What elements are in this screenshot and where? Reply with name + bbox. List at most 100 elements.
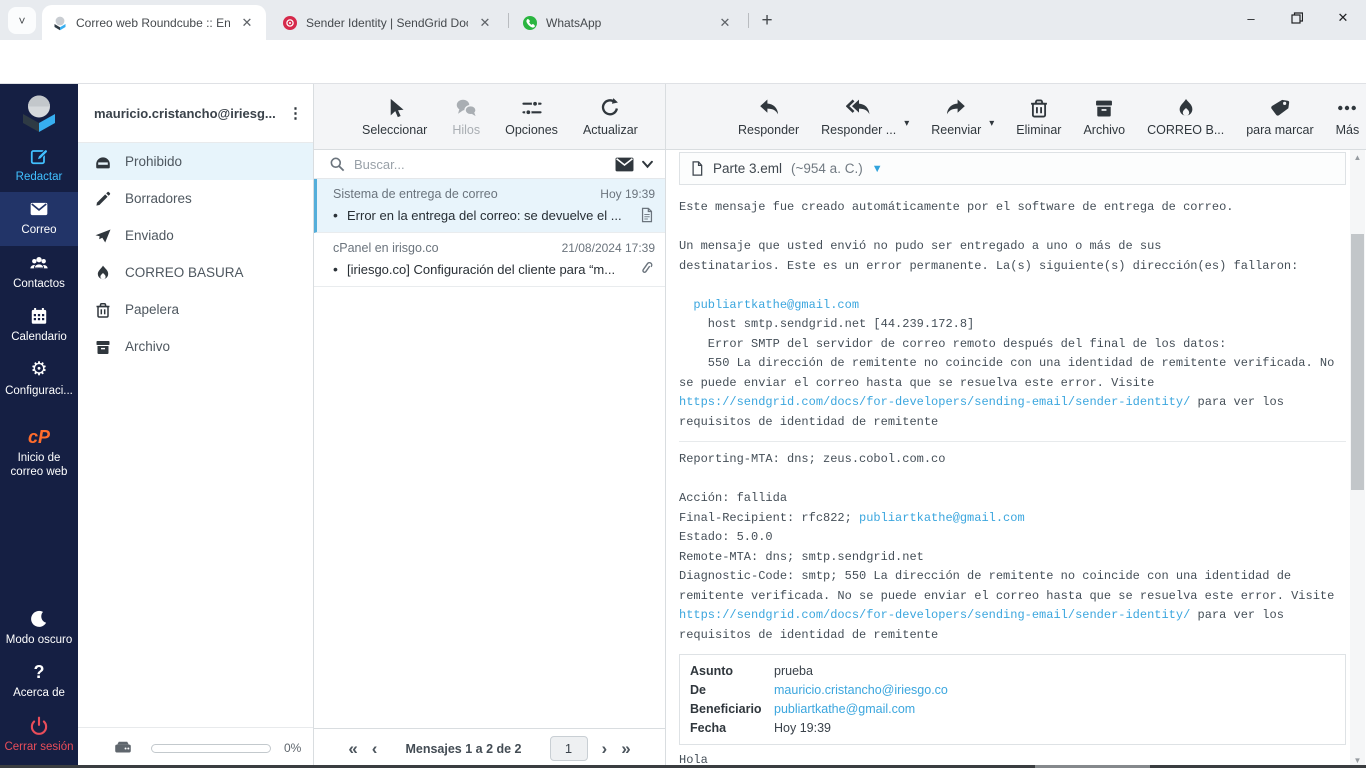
folder-item-sent[interactable]: Enviado: [78, 217, 313, 254]
sendgrid-docs-link[interactable]: https://sendgrid.com/docs/for-developers…: [679, 395, 1190, 409]
first-page-button[interactable]: «: [348, 740, 357, 757]
more-button[interactable]: Más: [1336, 97, 1359, 137]
new-tab-button[interactable]: +: [754, 8, 780, 34]
scroll-up-arrow-icon[interactable]: ▲: [1350, 153, 1365, 162]
tab-divider: [508, 13, 509, 28]
window-close-button[interactable]: ✕: [1323, 0, 1363, 36]
recipient-email-link[interactable]: publiartkathe@gmail.com: [774, 702, 1335, 716]
delete-button[interactable]: Eliminar: [1016, 97, 1061, 137]
message-list-empty-area: [314, 287, 665, 728]
message-subject: [iriesgo.co] Configuración del cliente p…: [347, 261, 616, 277]
folder-item-junk[interactable]: CORREO BASURA: [78, 254, 313, 291]
recipient-email-link[interactable]: publiartkathe@gmail.com: [693, 298, 859, 312]
trash-icon: [1030, 99, 1047, 117]
sidebar-item-about[interactable]: ? Acerca de: [0, 655, 78, 708]
sidebar-item-compose[interactable]: Redactar: [0, 139, 78, 192]
sendgrid-favicon-icon: [282, 15, 298, 31]
button-label: Archivo: [1083, 122, 1126, 137]
tab-close-icon[interactable]: ✕: [238, 15, 256, 31]
sendgrid-docs-link[interactable]: https://sendgrid.com/docs/for-developers…: [679, 608, 1190, 622]
message-row[interactable]: Sistema de entrega de correo Hoy 19:39 •…: [314, 179, 665, 233]
next-page-button[interactable]: ›: [602, 740, 608, 757]
body-divider: [679, 441, 1346, 442]
tab-whatsapp[interactable]: WhatsApp ✕: [512, 5, 744, 40]
last-page-button[interactable]: »: [621, 740, 630, 757]
forward-button[interactable]: Reenviar: [931, 97, 981, 137]
detail-label: De: [690, 682, 706, 697]
folder-label: Archivo: [125, 339, 171, 354]
sidebar-item-logout[interactable]: Cerrar sesión: [0, 709, 78, 762]
list-toolbar: Seleccionar Hilos Opciones Actualizar: [314, 84, 665, 150]
body-text: Estado: 5.0.0 Remote-MTA: dns; smtp.send…: [679, 530, 1335, 603]
select-button[interactable]: Seleccionar: [362, 97, 427, 137]
reply-all-dropdown-caret-icon[interactable]: ▾: [904, 118, 909, 129]
sidebar-item-contacts[interactable]: Contactos: [0, 246, 78, 299]
pagination-bar: « ‹ Mensajes 1 a 2 de 2 1 › »: [314, 728, 665, 768]
options-button[interactable]: Opciones: [505, 97, 558, 137]
sidebar-item-dark-mode[interactable]: Modo oscuro: [0, 602, 78, 655]
button-label: Opciones: [505, 122, 558, 137]
flame-icon: [94, 264, 112, 282]
tab-roundcube[interactable]: Correo web Roundcube :: Entra ✕: [42, 5, 266, 40]
message-part-header[interactable]: Parte 3.eml (~954 a. C.) ▼: [679, 152, 1346, 185]
window-minimize-button[interactable]: –: [1231, 0, 1271, 36]
button-label: Responder ...: [821, 122, 897, 137]
folder-item-drafts[interactable]: Borradores: [78, 180, 313, 217]
scroll-down-arrow-icon[interactable]: ▼: [1350, 756, 1365, 765]
sidebar-item-label: Acerca de: [13, 687, 65, 700]
forward-dropdown-caret-icon[interactable]: ▾: [989, 118, 994, 129]
folder-item-archive[interactable]: Archivo: [78, 328, 313, 365]
tab-search-button[interactable]: ˅: [8, 7, 36, 34]
message-row[interactable]: cPanel en irisgo.co 21/08/2024 17:39 • […: [314, 233, 665, 287]
sender-email-link[interactable]: mauricio.cristancho@iriesgo.co: [774, 683, 1335, 697]
chat-bubbles-icon: [456, 99, 478, 116]
archive-button[interactable]: Archivo: [1083, 97, 1125, 137]
folder-item-trash[interactable]: Papelera: [78, 291, 313, 328]
folder-label: CORREO BASURA: [125, 265, 244, 280]
folder-menu-kebab-icon[interactable]: ⋮: [288, 106, 303, 121]
sidebar-item-label: Contactos: [13, 277, 65, 290]
search-icon: [330, 157, 345, 171]
message-date: Hoy 19:39: [600, 187, 655, 201]
prev-page-button[interactable]: ‹: [372, 740, 378, 757]
mark-button[interactable]: para marcar: [1246, 97, 1314, 137]
search-input[interactable]: [354, 156, 607, 172]
reply-all-button[interactable]: Responder ...: [821, 97, 896, 137]
window-restore-button[interactable]: [1277, 0, 1317, 36]
tab-close-icon[interactable]: ✕: [476, 15, 494, 31]
account-header: mauricio.cristancho@iriesg... ⋮: [78, 84, 313, 143]
junk-button[interactable]: CORREO B...: [1147, 97, 1224, 137]
recipient-email-link[interactable]: publiartkathe@gmail.com: [859, 511, 1025, 525]
question-mark-icon: ?: [33, 662, 45, 683]
folder-label: Prohibido: [125, 154, 183, 169]
sidebar-item-webmail-home[interactable]: cP Inicio de correo web: [0, 420, 78, 488]
folder-item-inbox[interactable]: Prohibido: [78, 143, 313, 180]
tab-close-icon[interactable]: ✕: [716, 15, 734, 31]
sliders-icon: [521, 99, 542, 116]
refresh-icon: [602, 97, 619, 115]
calendar-icon: [31, 308, 47, 324]
reply-button[interactable]: Responder: [738, 97, 799, 137]
sidebar-item-mail[interactable]: Correo: [0, 192, 78, 246]
page-number-input[interactable]: 1: [549, 736, 588, 761]
tab-title: Sender Identity | SendGrid Docs: [306, 15, 468, 30]
contacts-icon: [30, 256, 48, 269]
detail-row: Asunto prueba: [690, 661, 1335, 680]
scrollbar-thumb[interactable]: [1351, 234, 1364, 490]
document-icon: [692, 161, 703, 176]
content-scrollbar[interactable]: ▲ ▼: [1350, 150, 1365, 768]
disk-icon: [112, 738, 134, 758]
sidebar-item-label: Cerrar sesión: [4, 740, 74, 753]
search-options-chevron-down-icon[interactable]: [642, 160, 653, 169]
search-scope-mail-icon[interactable]: [615, 157, 634, 172]
whatsapp-favicon-icon: [522, 15, 538, 31]
detail-label: Beneficiario: [690, 701, 762, 716]
detail-row: De mauricio.cristancho@iriesgo.co: [690, 680, 1335, 699]
sidebar-item-calendar[interactable]: Calendario: [0, 299, 78, 352]
tab-sendgrid[interactable]: Sender Identity | SendGrid Docs ✕: [272, 5, 504, 40]
threads-button[interactable]: Hilos: [452, 97, 480, 137]
part-dropdown-caret-icon[interactable]: ▼: [872, 163, 883, 175]
refresh-button[interactable]: Actualizar: [583, 97, 638, 137]
sidebar-item-settings[interactable]: ⚙ Configuraci...: [0, 353, 78, 406]
sidebar-item-label: Redactar: [15, 171, 63, 183]
